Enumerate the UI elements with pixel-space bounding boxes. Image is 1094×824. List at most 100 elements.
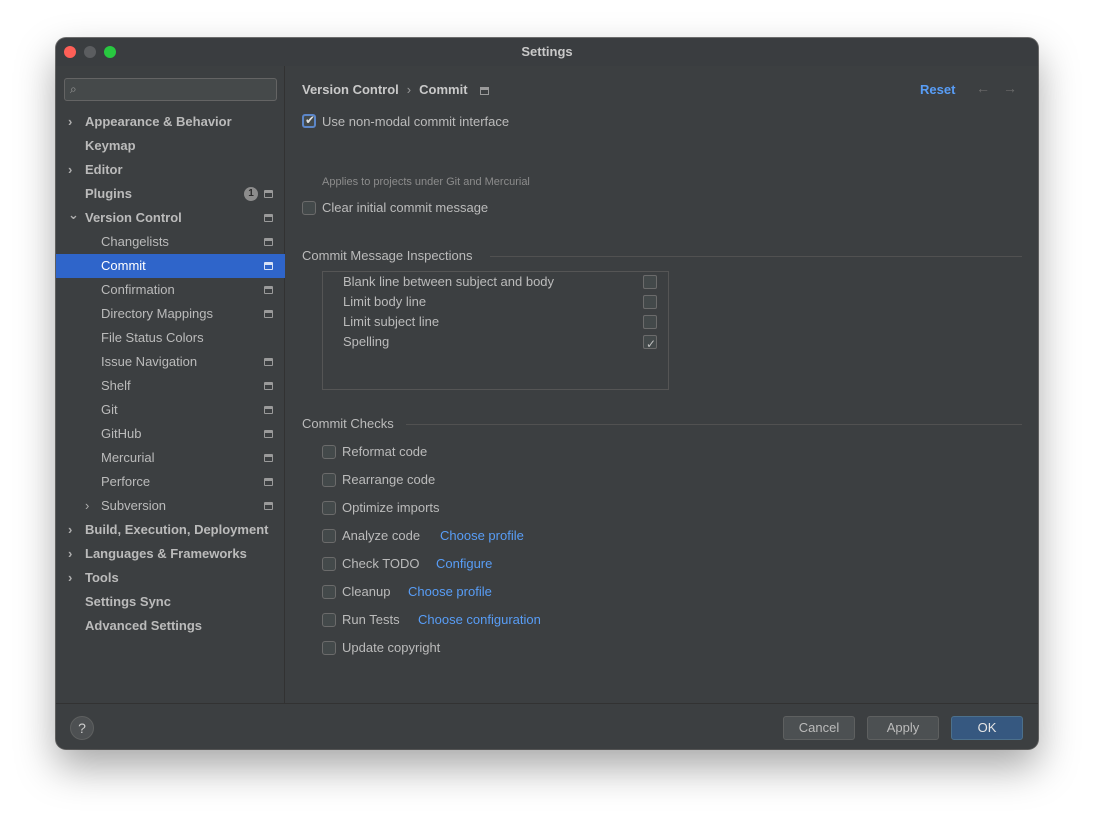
chevron-down-icon[interactable]: ⌄ (68, 203, 79, 227)
inspection-row-limit-subject[interactable]: Limit subject line (343, 312, 663, 332)
check-todo-checkbox[interactable] (322, 557, 336, 571)
inspection-checkbox[interactable] (643, 295, 657, 309)
inspection-checkbox[interactable]: ✓ (643, 335, 657, 351)
sidebar-item-label: Mercurial (101, 450, 155, 465)
analyze-code-label[interactable]: Analyze code (342, 528, 420, 544)
clear-initial-message-label[interactable]: Clear initial commit message (322, 200, 488, 216)
inspection-checkbox[interactable] (643, 315, 657, 329)
sidebar-item-languages-frameworks[interactable]: › Languages & Frameworks (56, 542, 285, 566)
update-copyright-label[interactable]: Update copyright (342, 640, 440, 656)
forward-arrow-icon[interactable]: → (1003, 80, 1017, 96)
chevron-right-icon[interactable]: › (68, 518, 72, 542)
inspection-row-spelling[interactable]: Spelling ✓ (343, 332, 663, 352)
sidebar-item-subversion[interactable]: › Subversion (56, 494, 285, 518)
rearrange-code-label[interactable]: Rearrange code (342, 472, 435, 488)
sidebar-item-settings-sync[interactable]: Settings Sync (56, 590, 285, 614)
sidebar-item-label: Git (101, 402, 118, 417)
ok-button[interactable]: OK (951, 716, 1023, 740)
apply-button[interactable]: Apply (867, 716, 939, 740)
reformat-code-checkbox[interactable] (322, 445, 336, 459)
search-input[interactable]: ⌕ (64, 78, 277, 101)
close-window-button[interactable] (64, 46, 76, 58)
sidebar-item-editor[interactable]: › Editor (56, 158, 285, 182)
sidebar-item-label: Version Control (85, 210, 182, 225)
breadcrumb-parent[interactable]: Version Control (302, 82, 399, 97)
project-level-icon (264, 454, 273, 462)
sidebar-item-issue-navigation[interactable]: Issue Navigation (56, 350, 285, 374)
analyze-code-choose-profile-link[interactable]: Choose profile (440, 528, 524, 544)
non-modal-commit-label[interactable]: Use non-modal commit interface (322, 114, 509, 130)
sidebar-item-file-status-colors[interactable]: File Status Colors (56, 326, 285, 350)
project-level-icon (264, 478, 273, 486)
update-copyright-checkbox[interactable] (322, 641, 336, 655)
zoom-window-button[interactable] (104, 46, 116, 58)
sidebar-item-appearance-behavior[interactable]: › Appearance & Behavior (56, 110, 285, 134)
back-arrow-icon[interactable]: ← (976, 80, 990, 96)
cleanup-choose-profile-link[interactable]: Choose profile (408, 584, 492, 600)
chevron-right-icon[interactable]: › (68, 158, 72, 182)
sidebar-item-label: GitHub (101, 426, 142, 441)
optimize-imports-checkbox[interactable] (322, 501, 336, 515)
reformat-code-label[interactable]: Reformat code (342, 444, 427, 460)
sidebar-item-label: Plugins (85, 186, 132, 201)
sidebar-item-label: File Status Colors (101, 330, 204, 345)
sidebar-item-label: Keymap (85, 138, 136, 153)
clear-initial-message-checkbox[interactable] (302, 201, 316, 215)
chevron-right-icon[interactable]: › (68, 542, 72, 566)
sidebar-item-shelf[interactable]: Shelf (56, 374, 285, 398)
sidebar-item-label: Commit (101, 258, 146, 273)
run-tests-label[interactable]: Run Tests (342, 612, 400, 628)
chevron-right-icon[interactable]: › (85, 494, 89, 518)
sidebar-item-label: Tools (85, 570, 119, 585)
inspections-section-title: Commit Message Inspections (302, 248, 473, 263)
sidebar-item-commit[interactable]: Commit (56, 254, 285, 278)
sidebar-item-changelists[interactable]: Changelists (56, 230, 285, 254)
sidebar-item-label: Confirmation (101, 282, 175, 297)
sidebar-item-github[interactable]: GitHub (56, 422, 285, 446)
sidebar-item-keymap[interactable]: Keymap (56, 134, 285, 158)
sidebar-item-tools[interactable]: › Tools (56, 566, 285, 590)
sidebar-item-confirmation[interactable]: Confirmation (56, 278, 285, 302)
optimize-imports-label[interactable]: Optimize imports (342, 500, 440, 516)
sidebar-item-label: Directory Mappings (101, 306, 213, 321)
cleanup-checkbox[interactable] (322, 585, 336, 599)
cancel-button[interactable]: Cancel (783, 716, 855, 740)
section-divider (490, 256, 1022, 257)
minimize-window-button[interactable] (84, 46, 96, 58)
sidebar-item-plugins[interactable]: Plugins 1 (56, 182, 285, 206)
inspection-label: Blank line between subject and body (343, 274, 555, 289)
sidebar-item-perforce[interactable]: Perforce (56, 470, 285, 494)
cleanup-label[interactable]: Cleanup (342, 584, 390, 600)
sidebar-item-version-control[interactable]: ⌄ Version Control (56, 206, 285, 230)
commit-checks-section-title: Commit Checks (302, 416, 394, 431)
rearrange-code-checkbox[interactable] (322, 473, 336, 487)
sidebar-item-git[interactable]: Git (56, 398, 285, 422)
inspection-row-limit-body[interactable]: Limit body line (343, 292, 663, 312)
inspection-checkbox[interactable] (643, 275, 657, 289)
run-tests-checkbox[interactable] (322, 613, 336, 627)
chevron-right-icon[interactable]: › (68, 566, 72, 590)
project-level-icon (479, 86, 489, 95)
project-level-icon (264, 430, 273, 438)
sidebar-item-build-execution-deployment[interactable]: › Build, Execution, Deployment (56, 518, 285, 542)
check-todo-configure-link[interactable]: Configure (436, 556, 492, 572)
breadcrumb: Version Control › Commit (302, 82, 489, 98)
help-button[interactable]: ? (70, 716, 94, 740)
run-tests-choose-configuration-link[interactable]: Choose configuration (418, 612, 541, 628)
inspection-row-blank-line[interactable]: Blank line between subject and body (343, 272, 663, 292)
reset-link[interactable]: Reset (920, 82, 955, 98)
non-modal-commit-checkbox[interactable]: ✔ (302, 113, 316, 128)
sidebar-item-label: Build, Execution, Deployment (85, 522, 269, 537)
sidebar-item-advanced-settings[interactable]: Advanced Settings (56, 614, 285, 638)
sidebar-item-label: Languages & Frameworks (85, 546, 247, 561)
analyze-code-checkbox[interactable] (322, 529, 336, 543)
project-level-icon (264, 310, 273, 318)
project-level-icon (264, 262, 273, 270)
check-todo-label[interactable]: Check TODO (342, 556, 420, 572)
inspection-label: Spelling (343, 334, 390, 349)
sidebar-item-directory-mappings[interactable]: Directory Mappings (56, 302, 285, 326)
sidebar-item-mercurial[interactable]: Mercurial (56, 446, 285, 470)
project-level-icon (264, 358, 273, 366)
sidebar-item-label: Shelf (101, 378, 131, 393)
chevron-right-icon[interactable]: › (68, 110, 72, 134)
